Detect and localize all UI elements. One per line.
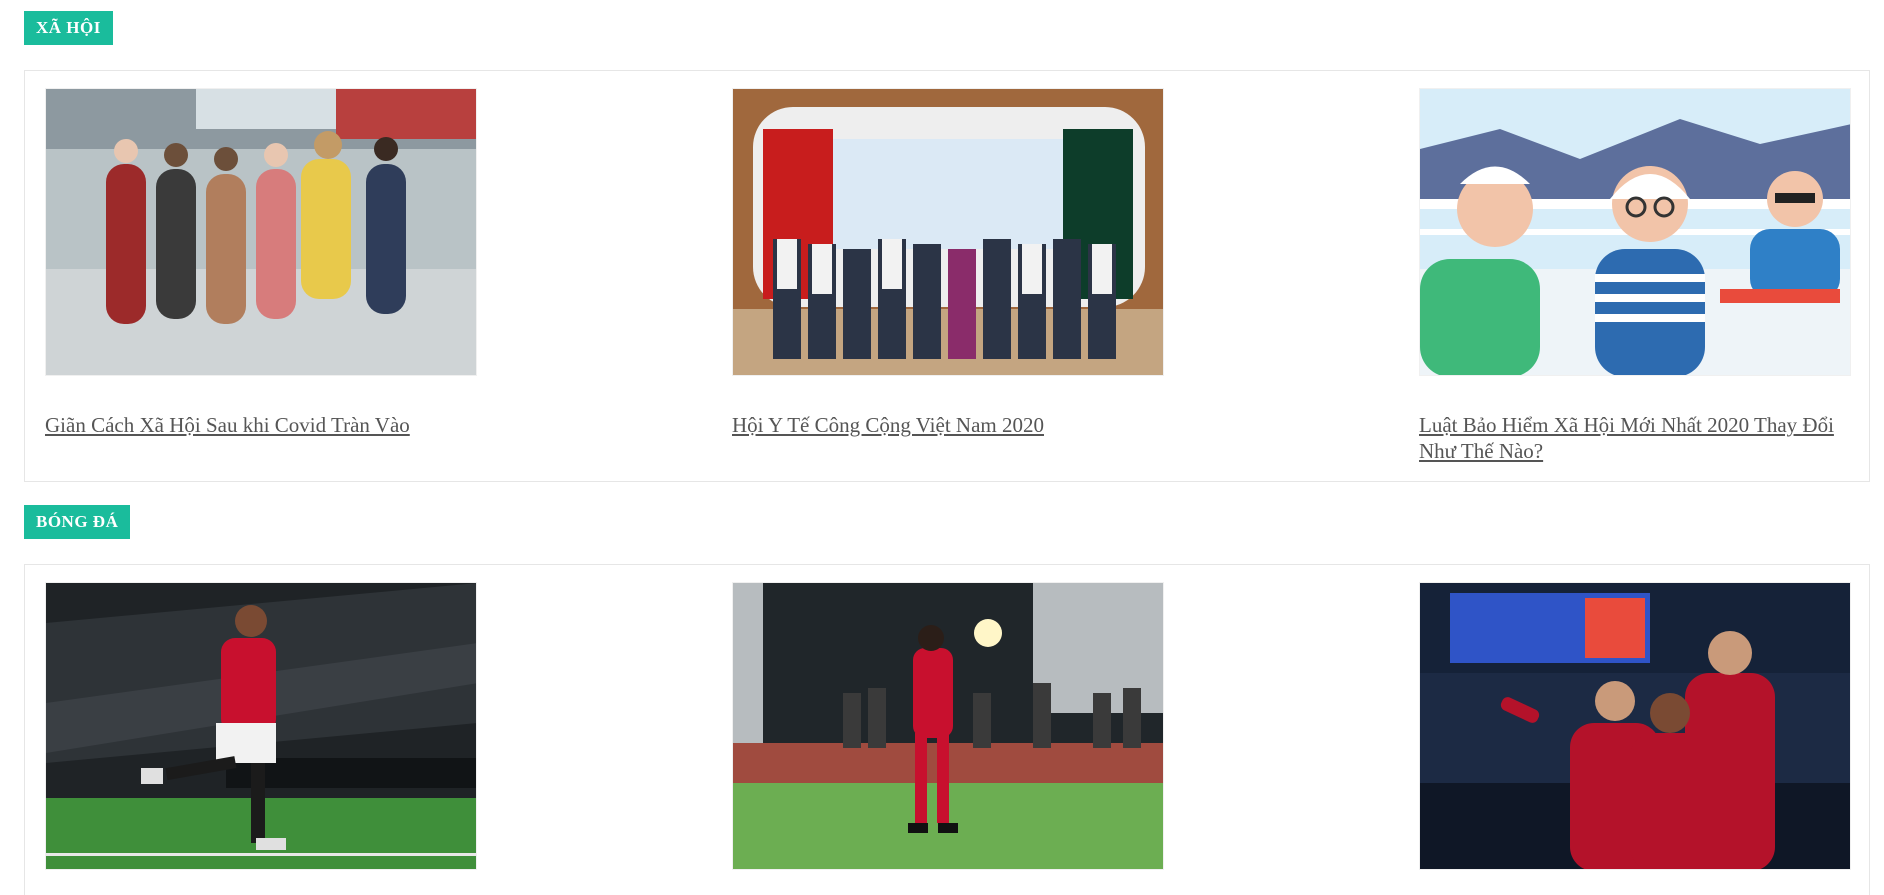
article-thumbnail[interactable]	[732, 88, 1164, 376]
article-thumbnail[interactable]	[45, 582, 477, 870]
section-bong-da	[24, 564, 1870, 895]
article-thumbnail[interactable]	[45, 88, 477, 376]
article-thumbnail[interactable]	[732, 582, 1164, 870]
page: XÃ HỘI Giãn Cách Xã Hội Sau khi Covid Tr…	[0, 0, 1884, 895]
article-card	[732, 582, 1164, 870]
football-photo-image	[46, 583, 476, 869]
football-photo-image	[1420, 583, 1850, 869]
elderly-illustration-image	[1420, 89, 1850, 375]
article-card	[1419, 582, 1851, 870]
article-card: Hội Y Tế Công Cộng Việt Nam 2020	[732, 88, 1164, 438]
football-photo-image	[733, 583, 1163, 869]
section-tag-bong-da[interactable]: BÓNG ĐÁ	[24, 505, 131, 539]
article-title-link[interactable]: Giãn Cách Xã Hội Sau khi Covid Tràn Vào	[45, 412, 477, 438]
article-card: Giãn Cách Xã Hội Sau khi Covid Tràn Vào	[45, 88, 477, 438]
article-card	[45, 582, 477, 870]
article-thumbnail[interactable]	[1419, 88, 1851, 376]
section-tag-xa-hoi[interactable]: XÃ HỘI	[24, 11, 113, 45]
article-title-link[interactable]: Hội Y Tế Công Cộng Việt Nam 2020	[732, 412, 1164, 438]
article-title-link[interactable]: Luật Bảo Hiểm Xã Hội Mới Nhất 2020 Thay …	[1419, 412, 1851, 464]
section-xa-hoi: Giãn Cách Xã Hội Sau khi Covid Tràn Vào	[24, 70, 1870, 482]
crowd-photo-image	[46, 89, 476, 375]
article-thumbnail[interactable]	[1419, 582, 1851, 870]
article-card: Luật Bảo Hiểm Xã Hội Mới Nhất 2020 Thay …	[1419, 88, 1851, 464]
conference-photo-image	[733, 89, 1163, 375]
